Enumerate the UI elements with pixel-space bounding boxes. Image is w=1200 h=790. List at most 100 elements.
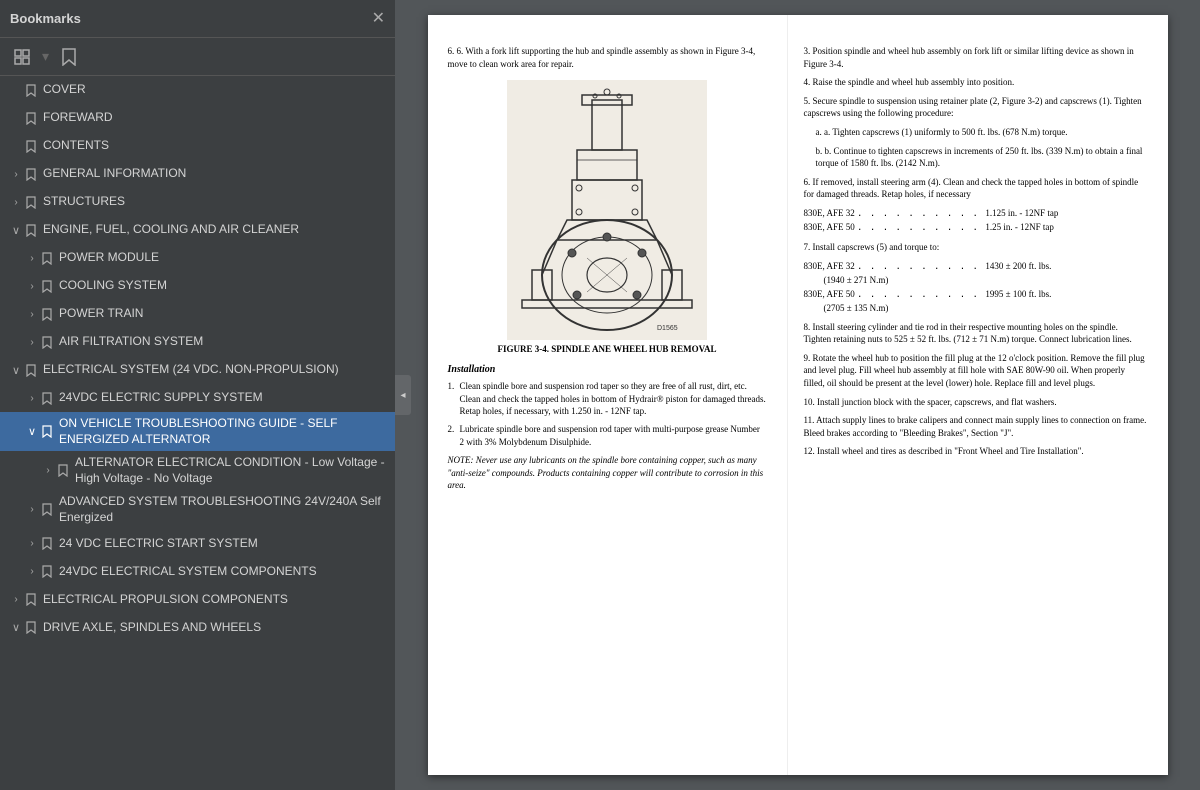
grid-view-button[interactable] bbox=[8, 45, 36, 69]
expand-arrow-propulsion: › bbox=[8, 594, 24, 605]
cover-label: COVER bbox=[43, 82, 86, 98]
bookmark-icon-24vdc-supply bbox=[40, 392, 54, 405]
svg-text:D1565: D1565 bbox=[657, 325, 678, 332]
bookmark-item-cooling-system[interactable]: › COOLING SYSTEM bbox=[0, 272, 395, 300]
bookmark-item-foreward[interactable]: FOREWARD bbox=[0, 104, 395, 132]
right-step5b: b. b. Continue to tighten capscrews in i… bbox=[804, 145, 1148, 170]
expand-arrow-electrical: ∨ bbox=[8, 364, 24, 377]
right-step7: 7. Install capscrews (5) and torque to: bbox=[804, 241, 1148, 254]
electrical-system-label: ELECTRICAL SYSTEM (24 VDC. NON-PROPULSIO… bbox=[43, 362, 339, 378]
collapse-arrow-icon: ◂ bbox=[400, 390, 405, 401]
electrical-propulsion-label: ELECTRICAL PROPULSION COMPONENTS bbox=[43, 592, 288, 608]
bookmark-item-engine[interactable]: ∨ ENGINE, FUEL, COOLING AND AIR CLEANER bbox=[0, 216, 395, 244]
collapse-sidebar-handle[interactable]: ◂ bbox=[395, 375, 411, 415]
bookmark-item-drive-axle[interactable]: ∨ DRIVE AXLE, SPINDLES AND WHEELS bbox=[0, 614, 395, 642]
expand-arrow-on-vehicle: ∨ bbox=[24, 425, 40, 438]
power-module-label: POWER MODULE bbox=[59, 250, 159, 266]
bookmark-item-structures[interactable]: › STRUCTURES bbox=[0, 188, 395, 216]
bookmark-icon-power-module bbox=[40, 252, 54, 265]
bookmark-item-24vdc-supply[interactable]: › 24VDC ELECTRIC SUPPLY SYSTEM bbox=[0, 384, 395, 412]
toolbar-divider: ▾ bbox=[42, 48, 49, 65]
air-filtration-label: AIR FILTRATION SYSTEM bbox=[59, 334, 203, 350]
expand-arrow-cooling-system: › bbox=[24, 281, 40, 292]
bookmark-item-electrical-system[interactable]: ∨ ELECTRICAL SYSTEM (24 VDC. NON-PROPULS… bbox=[0, 356, 395, 384]
sidebar-title: Bookmarks bbox=[10, 11, 81, 26]
bookmark-item-24vdc-start[interactable]: › 24 VDC ELECTRIC START SYSTEM bbox=[0, 530, 395, 558]
install-step1: 1. Clean spindle bore and suspension rod… bbox=[448, 380, 767, 418]
bookmark-item-power-train[interactable]: › POWER TRAIN bbox=[0, 300, 395, 328]
drive-axle-label: DRIVE AXLE, SPINDLES AND WHEELS bbox=[43, 620, 261, 636]
bookmark-icon-on-vehicle bbox=[40, 425, 54, 438]
spec4: 830E, AFE 50 . . . . . . . . . . 1995 ± … bbox=[804, 288, 1148, 303]
bookmark-item-air-filtration[interactable]: › AIR FILTRATION SYSTEM bbox=[0, 328, 395, 356]
bookmark-icon-advanced bbox=[40, 503, 54, 516]
24vdc-supply-label: 24VDC ELECTRIC SUPPLY SYSTEM bbox=[59, 390, 263, 406]
figure-caption: FIGURE 3-4. SPINDLE ANE WHEEL HUB REMOVA… bbox=[448, 344, 767, 354]
grid-icon bbox=[14, 49, 30, 65]
bookmark-item-advanced-troubleshooting[interactable]: › ADVANCED SYSTEM TROUBLESHOOTING 24V/24… bbox=[0, 490, 395, 529]
power-train-label: POWER TRAIN bbox=[59, 306, 143, 322]
right-step5-intro: 5. Secure spindle to suspension using re… bbox=[804, 95, 1148, 120]
bookmark-icon-propulsion bbox=[24, 593, 38, 606]
spindle-figure: D1565 bbox=[507, 80, 707, 340]
right-step12: 12. Install wheel and tires as described… bbox=[804, 445, 1148, 458]
bookmark-icon-drive-axle bbox=[24, 621, 38, 634]
right-step10: 10. Install junction block with the spac… bbox=[804, 396, 1148, 409]
expand-arrow-engine: ∨ bbox=[8, 224, 24, 237]
sidebar-content[interactable]: COVER FOREWARD CONTENTS › GENERAL INFORM… bbox=[0, 76, 395, 790]
close-button[interactable]: ✕ bbox=[372, 11, 385, 27]
expand-arrow-power-train: › bbox=[24, 309, 40, 320]
expand-arrow-power-module: › bbox=[24, 253, 40, 264]
bookmark-icon-electrical bbox=[24, 364, 38, 377]
right-step5a: a. a. Tighten capscrews (1) uniformly to… bbox=[804, 126, 1148, 139]
sidebar-header: Bookmarks ✕ bbox=[0, 0, 395, 38]
engine-label: ENGINE, FUEL, COOLING AND AIR CLEANER bbox=[43, 222, 299, 238]
expand-arrow-24vdc-supply: › bbox=[24, 393, 40, 404]
bookmark-item-alternator-electrical[interactable]: › ALTERNATOR ELECTRICAL CONDITION - Low … bbox=[0, 451, 395, 490]
24vdc-components-label: 24VDC ELECTRICAL SYSTEM COMPONENTS bbox=[59, 564, 317, 580]
bookmark-icon-structures bbox=[24, 196, 38, 209]
bookmark-icon-24vdc-components bbox=[40, 565, 54, 578]
bookmark-icon-engine bbox=[24, 224, 38, 237]
bookmark-icon-general-info bbox=[24, 168, 38, 181]
document-page: 6. 6. With a fork lift supporting the hu… bbox=[428, 15, 1168, 775]
expand-arrow-general-info: › bbox=[8, 169, 24, 180]
right-step4: 4. Raise the spindle and wheel hub assem… bbox=[804, 76, 1148, 89]
right-step9: 9. Rotate the wheel hub to position the … bbox=[804, 352, 1148, 390]
install-step2: 2. Lubricate spindle bore and suspension… bbox=[448, 423, 767, 448]
bookmark-item-cover[interactable]: COVER bbox=[0, 76, 395, 104]
structures-label: STRUCTURES bbox=[43, 194, 125, 210]
expand-arrow-advanced: › bbox=[24, 504, 40, 515]
right-step8: 8. Install steering cylinder and tie rod… bbox=[804, 321, 1148, 346]
cooling-system-label: COOLING SYSTEM bbox=[59, 278, 167, 294]
install-steps-list: 1. Clean spindle bore and suspension rod… bbox=[448, 380, 767, 448]
general-info-label: GENERAL INFORMATION bbox=[43, 166, 186, 182]
right-step3: 3. Position spindle and wheel hub assemb… bbox=[804, 45, 1148, 70]
bookmark-item-contents[interactable]: CONTENTS bbox=[0, 132, 395, 160]
bookmark-icon-button[interactable] bbox=[55, 44, 83, 70]
expand-arrow-drive-axle: ∨ bbox=[8, 621, 24, 634]
bookmark-icon-cover bbox=[24, 84, 38, 97]
bookmark-icon-contents bbox=[24, 140, 38, 153]
bookmark-item-general-info[interactable]: › GENERAL INFORMATION bbox=[0, 160, 395, 188]
spec3-sub: (1940 ± 271 N.m) bbox=[804, 274, 1148, 288]
expand-arrow-air-filtration: › bbox=[24, 337, 40, 348]
spec3: 830E, AFE 32 . . . . . . . . . . 1430 ± … bbox=[804, 260, 1148, 275]
right-step11: 11. Attach supply lines to brake caliper… bbox=[804, 414, 1148, 439]
bookmark-item-24vdc-components[interactable]: › 24VDC ELECTRICAL SYSTEM COMPONENTS bbox=[0, 558, 395, 586]
main-content-area: ◂ 6. 6. With a fork lift supporting the … bbox=[395, 0, 1200, 790]
expand-arrow-24vdc-components: › bbox=[24, 566, 40, 577]
bookmark-icon-alternator bbox=[56, 464, 70, 477]
page-left-column: 6. 6. With a fork lift supporting the hu… bbox=[428, 15, 788, 775]
bookmark-item-electrical-propulsion[interactable]: › ELECTRICAL PROPULSION COMPONENTS bbox=[0, 586, 395, 614]
expand-arrow-structures: › bbox=[8, 197, 24, 208]
installation-note: NOTE: Never use any lubricants on the sp… bbox=[448, 454, 767, 492]
on-vehicle-label: ON VEHICLE TROUBLESHOOTING GUIDE - SELF … bbox=[59, 416, 387, 447]
page-right-column: 3. Position spindle and wheel hub assemb… bbox=[788, 15, 1168, 775]
bookmark-item-power-module[interactable]: › POWER MODULE bbox=[0, 244, 395, 272]
right-step6: 6. If removed, install steering arm (4).… bbox=[804, 176, 1148, 201]
expand-arrow-alternator: › bbox=[40, 465, 56, 476]
foreward-label: FOREWARD bbox=[43, 110, 113, 126]
bookmark-item-on-vehicle[interactable]: ∨ ON VEHICLE TROUBLESHOOTING GUIDE - SEL… bbox=[0, 412, 395, 451]
spec1: 830E, AFE 32 . . . . . . . . . . 1.125 i… bbox=[804, 207, 1148, 222]
